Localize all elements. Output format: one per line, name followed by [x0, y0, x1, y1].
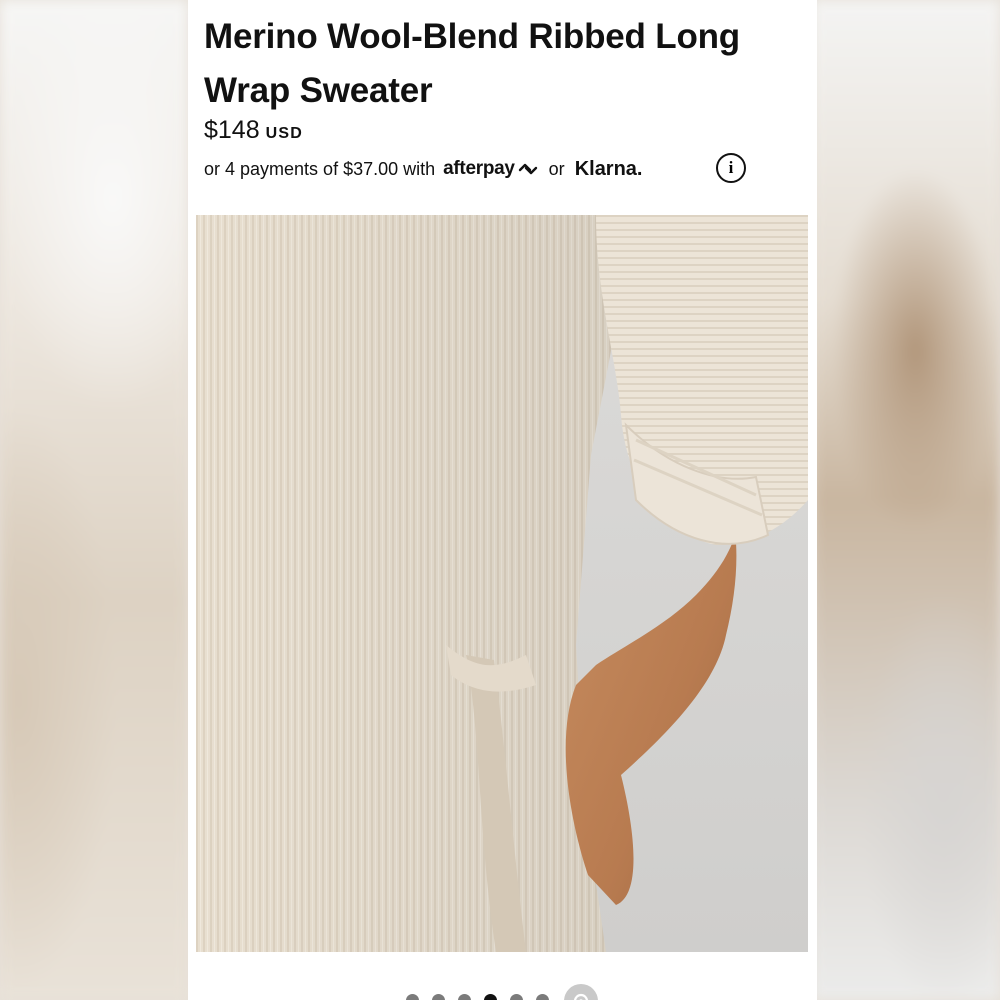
price-amount: $148	[204, 116, 260, 144]
carousel-dot-active[interactable]	[484, 993, 497, 1000]
product-title: Merino Wool-Blend Ribbed Long Wrap Sweat…	[204, 17, 740, 110]
afterpay-logo[interactable]: afterpay	[443, 158, 539, 180]
installment-info: or 4 payments of $37.00 with afterpay or…	[204, 152, 764, 186]
price-currency: USD	[265, 125, 304, 142]
product-panel: Merino Wool-Blend Ribbed Long Wrap Sweat…	[188, 0, 817, 1000]
carousel-dot[interactable]	[510, 993, 523, 1000]
product-image[interactable]	[196, 215, 808, 952]
sweater-photo	[196, 215, 808, 952]
installment-text: or 4 payments of $37.00 with	[204, 158, 436, 179]
carousel-dot[interactable]	[536, 993, 549, 1000]
blurred-backdrop-left	[0, 0, 188, 1000]
carousel-dot[interactable]	[432, 993, 445, 1000]
klarna-logo[interactable]: Klarna.	[575, 158, 643, 181]
afterpay-label: afterpay	[443, 158, 515, 179]
carousel-dot[interactable]	[458, 993, 471, 1000]
carousel-dots	[406, 982, 598, 1000]
blurred-backdrop-right	[812, 0, 1000, 1000]
carousel-dot[interactable]	[406, 993, 419, 1000]
installment-joiner: or	[548, 158, 565, 179]
info-circle-icon[interactable]: i	[716, 153, 746, 183]
zoom-tag-icon[interactable]	[564, 984, 598, 1000]
afterpay-arrows-icon	[518, 163, 537, 175]
price: $148 USD	[204, 116, 303, 150]
